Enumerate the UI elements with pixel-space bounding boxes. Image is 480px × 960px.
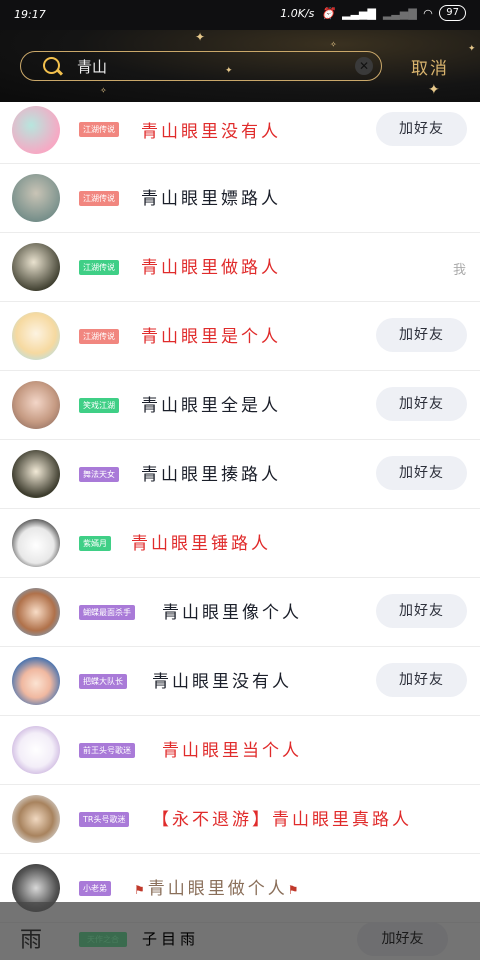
search-results: 江湖传说 青山眼里没有人 加好友 江湖传说 青山眼里嫖路人 江湖传说 青山眼里做… <box>0 102 480 923</box>
user-name[interactable]: 青山眼里全是人 <box>141 391 281 416</box>
user-name[interactable]: 青山眼里当个人 <box>162 736 302 761</box>
sparkle-icon: ✦ <box>468 44 476 54</box>
avatar[interactable] <box>12 381 60 429</box>
status-time: 19:17 <box>14 8 46 21</box>
signal-empty-icon: ▂▃▅▇ <box>382 6 417 20</box>
list-item[interactable]: 蝴蝶最面杀手 青山眼里像个人 加好友 <box>0 578 480 647</box>
user-name[interactable]: 青山眼里没有人 <box>141 117 281 142</box>
list-item[interactable]: 江湖传说 青山眼里是个人 加好友 <box>0 302 480 371</box>
user-name[interactable]: 青山眼里嫖路人 <box>141 184 281 209</box>
user-name[interactable]: 青山眼里没有人 <box>152 667 292 692</box>
clear-icon[interactable]: ✕ <box>355 57 373 75</box>
alarm-icon: ⏰ <box>321 6 336 20</box>
sparkle-icon: ✦ <box>195 30 206 44</box>
user-name[interactable]: 青山眼里是个人 <box>141 322 281 347</box>
avatar[interactable] <box>12 174 60 222</box>
sparkle-icon: ✦ <box>428 82 440 98</box>
app-logo-icon: 雨 <box>20 928 43 953</box>
title-tag: 江湖传说 <box>79 122 119 137</box>
title-tag: 笑戏江湖 <box>79 398 119 413</box>
list-item[interactable]: 江湖传说 青山眼里没有人 加好友 <box>0 102 480 164</box>
avatar[interactable] <box>12 312 60 360</box>
user-name[interactable]: 青山眼里像个人 <box>162 598 302 623</box>
title-tag: 紫嫣月 <box>79 536 111 551</box>
list-item[interactable]: 笑戏江湖 青山眼里全是人 加好友 <box>0 371 480 440</box>
sparkle-icon: ✧ <box>330 40 337 49</box>
title-tag: TR头号歌迷 <box>79 812 130 827</box>
title-tag: 江湖传说 <box>79 329 119 344</box>
title-tag: 天作之合 <box>79 932 127 947</box>
user-name[interactable]: 青山眼里做路人 <box>141 253 281 278</box>
list-item[interactable]: 前王头号歌迷 青山眼里当个人 <box>0 716 480 785</box>
title-tag: 江湖传说 <box>79 191 119 206</box>
self-indicator: 我 <box>452 263 466 278</box>
signal-icon: ▂▃▅▇ <box>342 6 376 20</box>
add-friend-button[interactable]: 加好友 <box>376 663 467 697</box>
title-tag: 前王头号歌迷 <box>79 743 135 758</box>
search-icon <box>43 57 60 74</box>
title-tag: 小老弟 <box>79 881 111 896</box>
search-value[interactable]: 青山 <box>77 56 107 77</box>
avatar[interactable] <box>12 450 60 498</box>
list-item[interactable]: 把蝶大队长 青山眼里没有人 加好友 <box>0 647 480 716</box>
avatar[interactable] <box>12 519 60 567</box>
wifi-icon: ◠ <box>423 6 433 20</box>
user-name[interactable]: ⚑青山眼里做个人⚑ <box>134 874 302 899</box>
bottom-dim-overlay: 雨 天作之合 子目雨 加好友 <box>0 902 480 960</box>
search-input[interactable]: 青山 ✕ <box>20 51 382 81</box>
title-tag: 舞法天女 <box>79 467 119 482</box>
avatar[interactable] <box>12 795 60 843</box>
flag-icon: ⚑ <box>134 883 148 897</box>
cancel-button[interactable]: 取消 <box>411 54 449 79</box>
battery-badge: 97 <box>439 5 466 21</box>
add-friend-button[interactable]: 加好友 <box>376 456 467 490</box>
add-friend-button[interactable]: 加好友 <box>376 318 467 352</box>
status-icons: 1.0K/s ⏰ ▂▃▅▇ ▂▃▅▇ ◠ 97 <box>280 5 466 21</box>
user-name[interactable]: 【永不退游】青山眼里真路人 <box>152 805 412 830</box>
sparkle-icon: ✧ <box>100 86 107 95</box>
network-speed: 1.0K/s <box>280 6 315 20</box>
status-bar: 19:17 1.0K/s ⏰ ▂▃▅▇ ▂▃▅▇ ◠ 97 <box>0 0 480 30</box>
avatar[interactable] <box>12 106 60 154</box>
search-header: ✦ ✦ ✧ ✦ ✦ ✧ 青山 ✕ 取消 <box>0 30 480 102</box>
user-name-text: 青山眼里做个人 <box>147 879 288 899</box>
list-item[interactable]: 紫嫣月 青山眼里锤路人 <box>0 509 480 578</box>
avatar[interactable] <box>12 588 60 636</box>
add-friend-button[interactable]: 加好友 <box>376 594 467 628</box>
title-tag: 蝴蝶最面杀手 <box>79 605 135 620</box>
avatar[interactable] <box>12 243 60 291</box>
user-name: 子目雨 <box>142 930 200 948</box>
list-item[interactable]: 江湖传说 青山眼里做路人 我 <box>0 233 480 302</box>
add-friend-button[interactable]: 加好友 <box>376 112 467 146</box>
list-item[interactable]: TR头号歌迷 【永不退游】青山眼里真路人 <box>0 785 480 854</box>
list-item[interactable]: 江湖传说 青山眼里嫖路人 <box>0 164 480 233</box>
title-tag: 江湖传说 <box>79 260 119 275</box>
user-name[interactable]: 青山眼里揍路人 <box>141 460 281 485</box>
list-item[interactable]: 舞法天女 青山眼里揍路人 加好友 <box>0 440 480 509</box>
avatar[interactable] <box>12 657 60 705</box>
flag-icon: ⚑ <box>287 883 302 897</box>
add-friend-button[interactable]: 加好友 <box>376 387 467 421</box>
title-tag: 把蝶大队长 <box>79 674 127 689</box>
add-friend-button[interactable]: 加好友 <box>357 922 448 956</box>
user-name[interactable]: 青山眼里锤路人 <box>131 529 271 554</box>
avatar[interactable] <box>12 726 60 774</box>
